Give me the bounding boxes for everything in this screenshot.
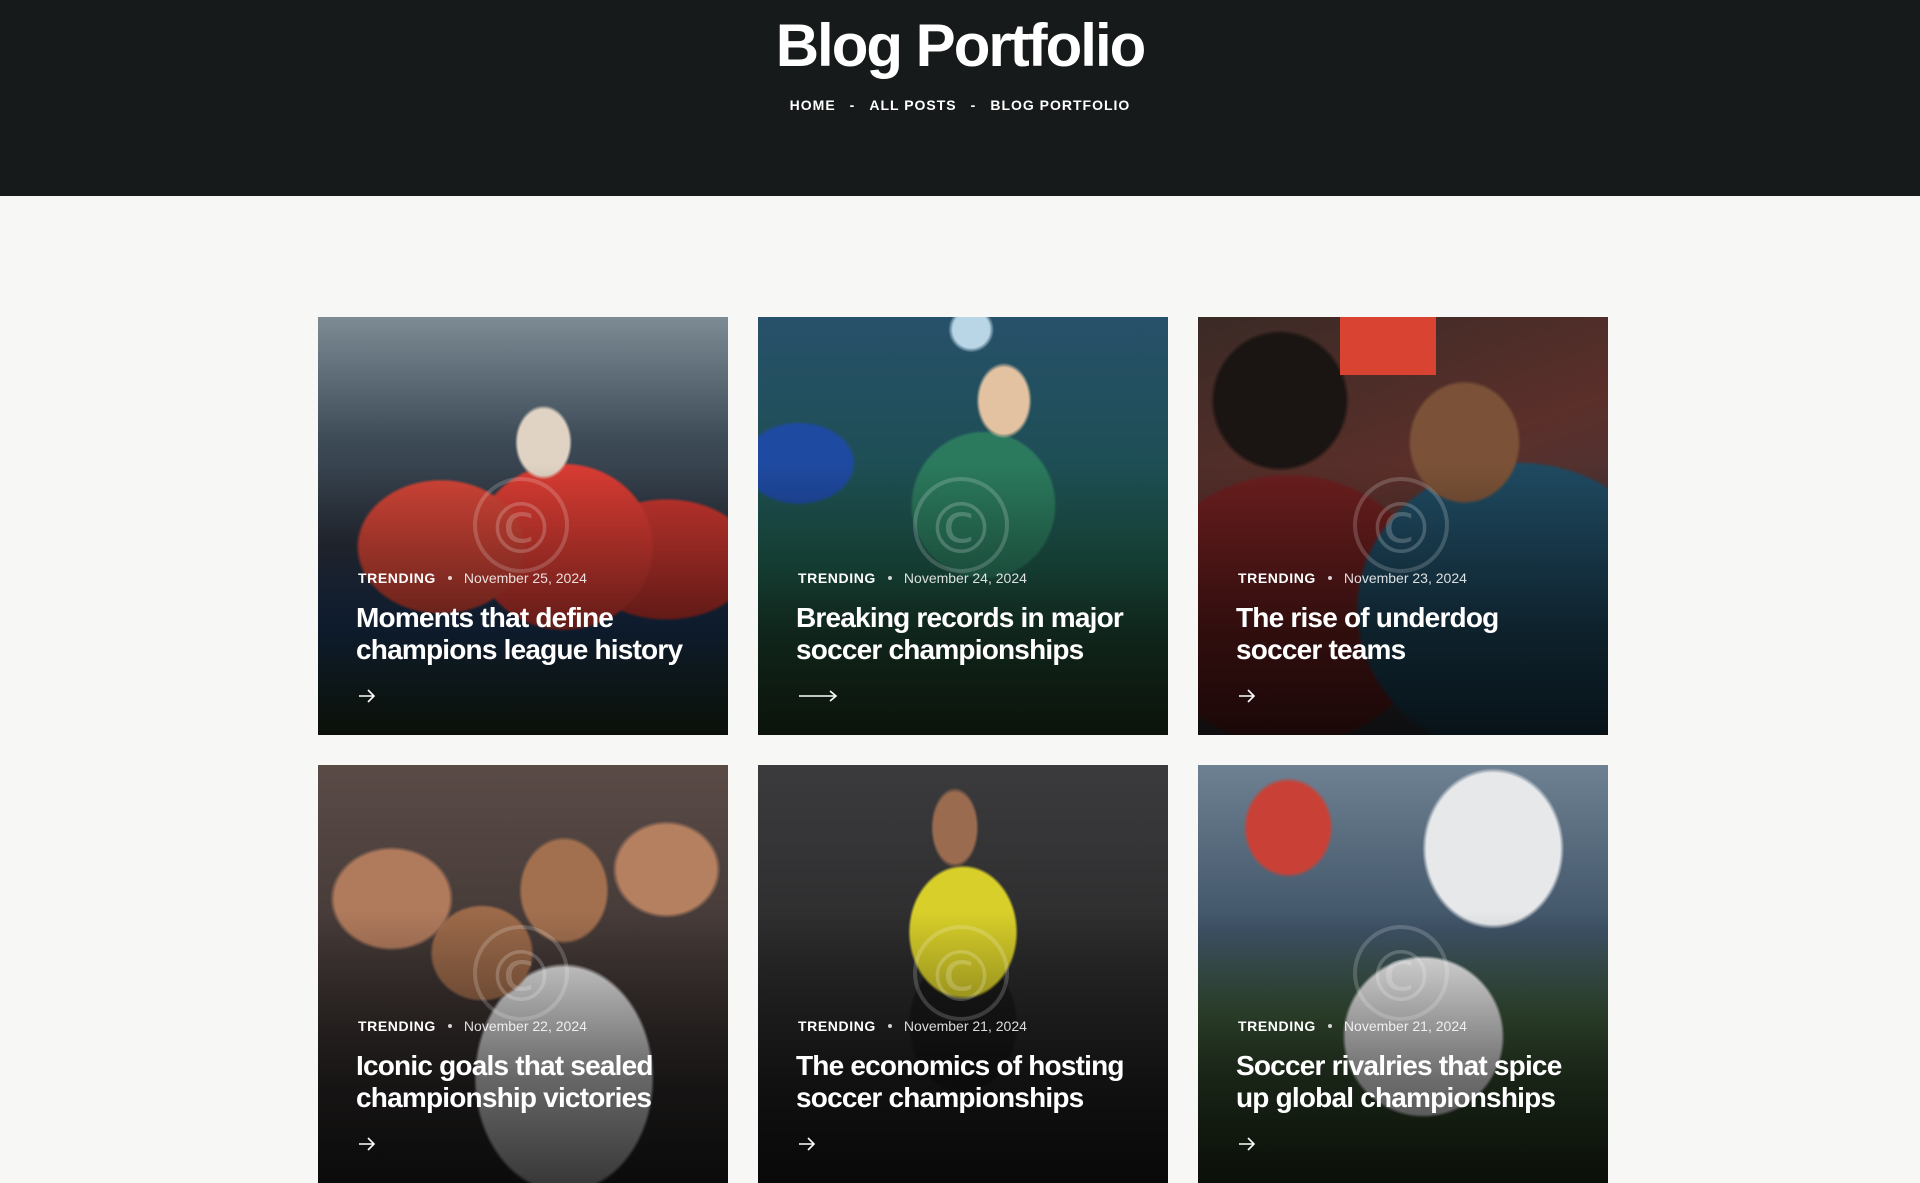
arrow-right-icon[interactable] (1238, 1137, 1256, 1151)
post-date: November 21, 2024 (1343, 1018, 1467, 1034)
breadcrumb-home[interactable]: HOME (790, 97, 836, 113)
post-title[interactable]: The rise of underdog soccer teams (1236, 602, 1581, 666)
arrow-right-icon[interactable] (358, 689, 376, 703)
post-category[interactable]: TRENDING (358, 1018, 436, 1034)
post-category[interactable]: TRENDING (1238, 570, 1316, 586)
post-card[interactable]: © TRENDING November 22, 2024 Iconic goal… (318, 765, 728, 1183)
breadcrumb-separator: - (970, 97, 977, 113)
post-date: November 24, 2024 (903, 570, 1027, 586)
copyright-watermark-icon: © (473, 925, 569, 1021)
breadcrumb-all-posts[interactable]: ALL POSTS (869, 97, 956, 113)
post-category[interactable]: TRENDING (358, 570, 436, 586)
meta-dot-icon (447, 1024, 452, 1028)
post-card[interactable]: © TRENDING November 21, 2024 The economi… (758, 765, 1168, 1183)
copyright-watermark-icon: © (473, 477, 569, 573)
copyright-watermark-icon: © (913, 925, 1009, 1021)
breadcrumb: HOME - ALL POSTS - BLOG PORTFOLIO (0, 97, 1920, 113)
meta-dot-icon (887, 1024, 892, 1028)
post-meta: TRENDING November 22, 2024 (358, 1018, 587, 1034)
arrow-right-icon[interactable] (798, 1137, 816, 1151)
post-meta: TRENDING November 21, 2024 (798, 1018, 1027, 1034)
post-category[interactable]: TRENDING (798, 570, 876, 586)
post-date: November 23, 2024 (1343, 570, 1467, 586)
post-category[interactable]: TRENDING (1238, 1018, 1316, 1034)
post-grid: © TRENDING November 25, 2024 Moments tha… (318, 317, 1608, 1183)
page-title: Blog Portfolio (775, 12, 1147, 79)
arrow-right-icon[interactable] (1238, 689, 1256, 703)
post-date: November 22, 2024 (463, 1018, 587, 1034)
post-meta: TRENDING November 21, 2024 (1238, 1018, 1467, 1034)
post-meta: TRENDING November 24, 2024 (798, 570, 1027, 586)
post-title[interactable]: The economics of hosting soccer champion… (796, 1050, 1141, 1114)
copyright-watermark-icon: © (913, 477, 1009, 573)
post-card[interactable]: © TRENDING November 24, 2024 Breaking re… (758, 317, 1168, 735)
breadcrumb-current: BLOG PORTFOLIO (990, 97, 1131, 113)
meta-dot-icon (1327, 576, 1332, 580)
post-meta: TRENDING November 25, 2024 (358, 570, 587, 586)
post-title[interactable]: Iconic goals that sealed championship vi… (356, 1050, 701, 1114)
post-date: November 25, 2024 (463, 570, 587, 586)
post-card[interactable]: © TRENDING November 23, 2024 The rise of… (1198, 317, 1608, 735)
page-header: Blog Portfolio HOME - ALL POSTS - BLOG P… (0, 0, 1920, 196)
copyright-watermark-icon: © (1353, 925, 1449, 1021)
breadcrumb-separator: - (849, 97, 856, 113)
post-meta: TRENDING November 23, 2024 (1238, 570, 1467, 586)
copyright-watermark-icon: © (1353, 477, 1449, 573)
meta-dot-icon (887, 576, 892, 580)
post-card[interactable]: © TRENDING November 21, 2024 Soccer riva… (1198, 765, 1608, 1183)
post-category[interactable]: TRENDING (798, 1018, 876, 1034)
post-title[interactable]: Moments that define champions league his… (356, 602, 701, 666)
meta-dot-icon (447, 576, 452, 580)
post-title[interactable]: Soccer rivalries that spice up global ch… (1236, 1050, 1581, 1114)
post-card[interactable]: © TRENDING November 25, 2024 Moments tha… (318, 317, 728, 735)
arrow-right-long-icon[interactable] (798, 689, 838, 703)
meta-dot-icon (1327, 1024, 1332, 1028)
post-date: November 21, 2024 (903, 1018, 1027, 1034)
arrow-right-icon[interactable] (358, 1137, 376, 1151)
post-title[interactable]: Breaking records in major soccer champio… (796, 602, 1141, 666)
